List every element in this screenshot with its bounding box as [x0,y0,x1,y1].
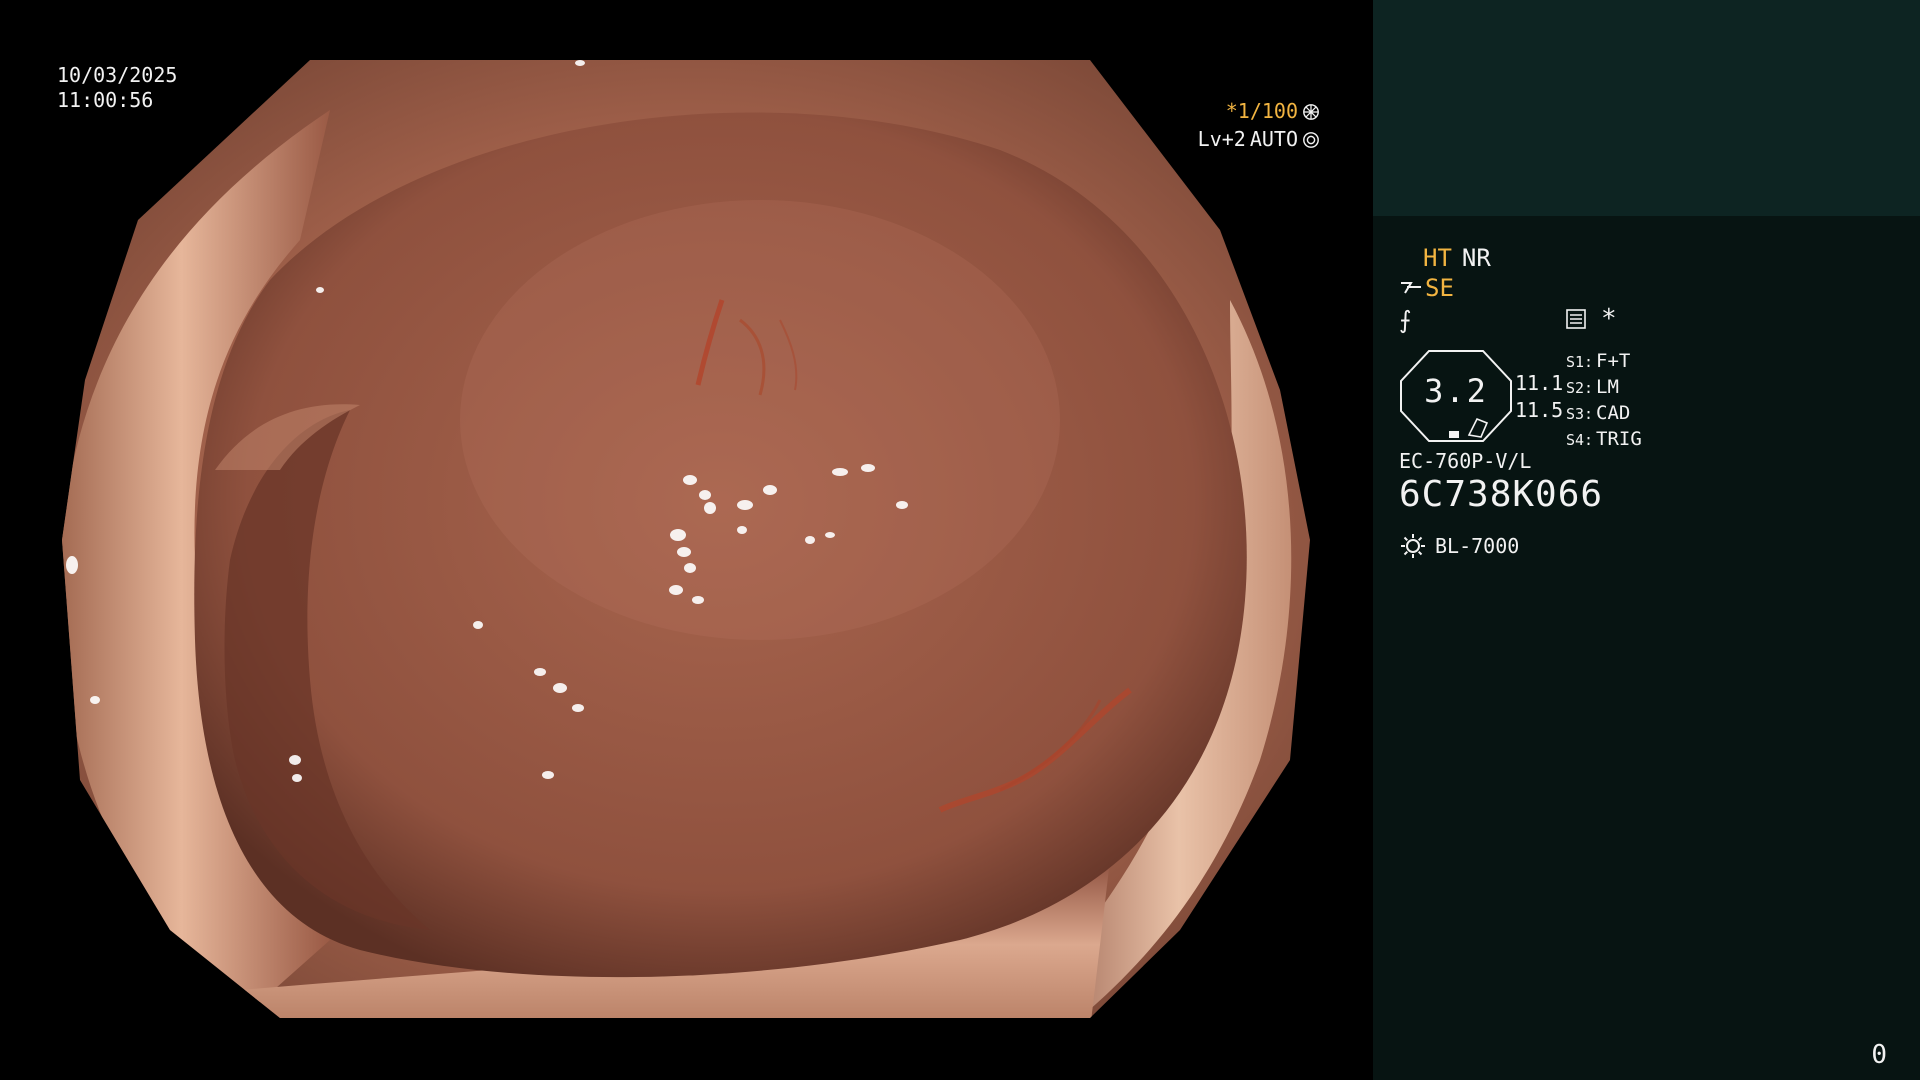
iris-mode: AUTO [1249,127,1298,151]
switch-4-value: TRIG [1596,428,1642,450]
side-value-1: 11.1 [1515,371,1564,395]
mode-ht: HT [1423,244,1452,272]
scope-model: EC-760P-V/L [1399,449,1532,473]
mode-nr: NR [1461,244,1491,272]
zoom-value: 3.2 [1424,372,1488,410]
processing-modes: HT NR [1423,244,1491,272]
level-value: Lv+2 [1197,127,1246,151]
switch-2: S2: LM [1566,375,1642,401]
side-values: 11.1 11.5 [1515,370,1563,424]
switch-2-value: LM [1596,376,1619,398]
switch-1-key: S1: [1566,353,1594,371]
switch-assignments: S1: F+T S2: LM S3: CAD S4: TRIG [1566,349,1642,453]
info-panel: HT NR SE ⨍ * 3.2 11.1 11.5 S1: F+T S2: L… [1373,0,1920,1080]
light-source-icon [1401,534,1425,558]
date-time-readout: 10/03/2025 11:00:56 [57,63,177,113]
se-row: SE [1399,274,1454,302]
video-area: 10/03/2025 11:00:56 *1/100 Lv+2 AUTO [0,0,1373,1080]
switch-3-key: S3: [1566,405,1594,423]
brightness-readout: Lv+2 AUTO [1198,127,1320,152]
corner-counter: 0 [1871,1040,1887,1070]
light-source-row: BL-7000 [1399,532,1519,560]
iris-icon [1303,131,1319,148]
endoscope-image [62,60,1310,1018]
panel-header-block [1373,0,1920,216]
switch-4-key: S4: [1566,431,1594,449]
asterisk-indicator: * [1601,304,1617,334]
switch-4: S4: TRIG [1566,427,1642,453]
status-icons: * [1565,306,1617,332]
memo-icon [1566,309,1586,329]
switch-1-value: F+T [1596,350,1631,372]
shutter-readout: *1/100 [1226,99,1320,124]
se-symbol-icon [1401,282,1421,294]
light-source-name: BL-7000 [1435,534,1520,558]
scope-serial: 6C738K066 [1399,474,1604,515]
switch-3: S3: CAD [1566,401,1642,427]
shutter-speed: *1/100 [1225,99,1298,123]
side-value-2: 11.5 [1515,398,1564,422]
switch-2-key: S2: [1566,379,1594,397]
switch-3-value: CAD [1596,402,1631,424]
endoscopy-screen: 10/03/2025 11:00:56 *1/100 Lv+2 AUTO HT … [0,0,1920,1080]
se-label: SE [1425,274,1454,302]
time-text: 11:00:56 [57,88,154,112]
shutter-icon [1303,103,1319,120]
date-text: 10/03/2025 [57,63,178,87]
switch-1: S1: F+T [1566,349,1642,375]
structure-enhance-icon: ⨍ [1399,306,1412,334]
